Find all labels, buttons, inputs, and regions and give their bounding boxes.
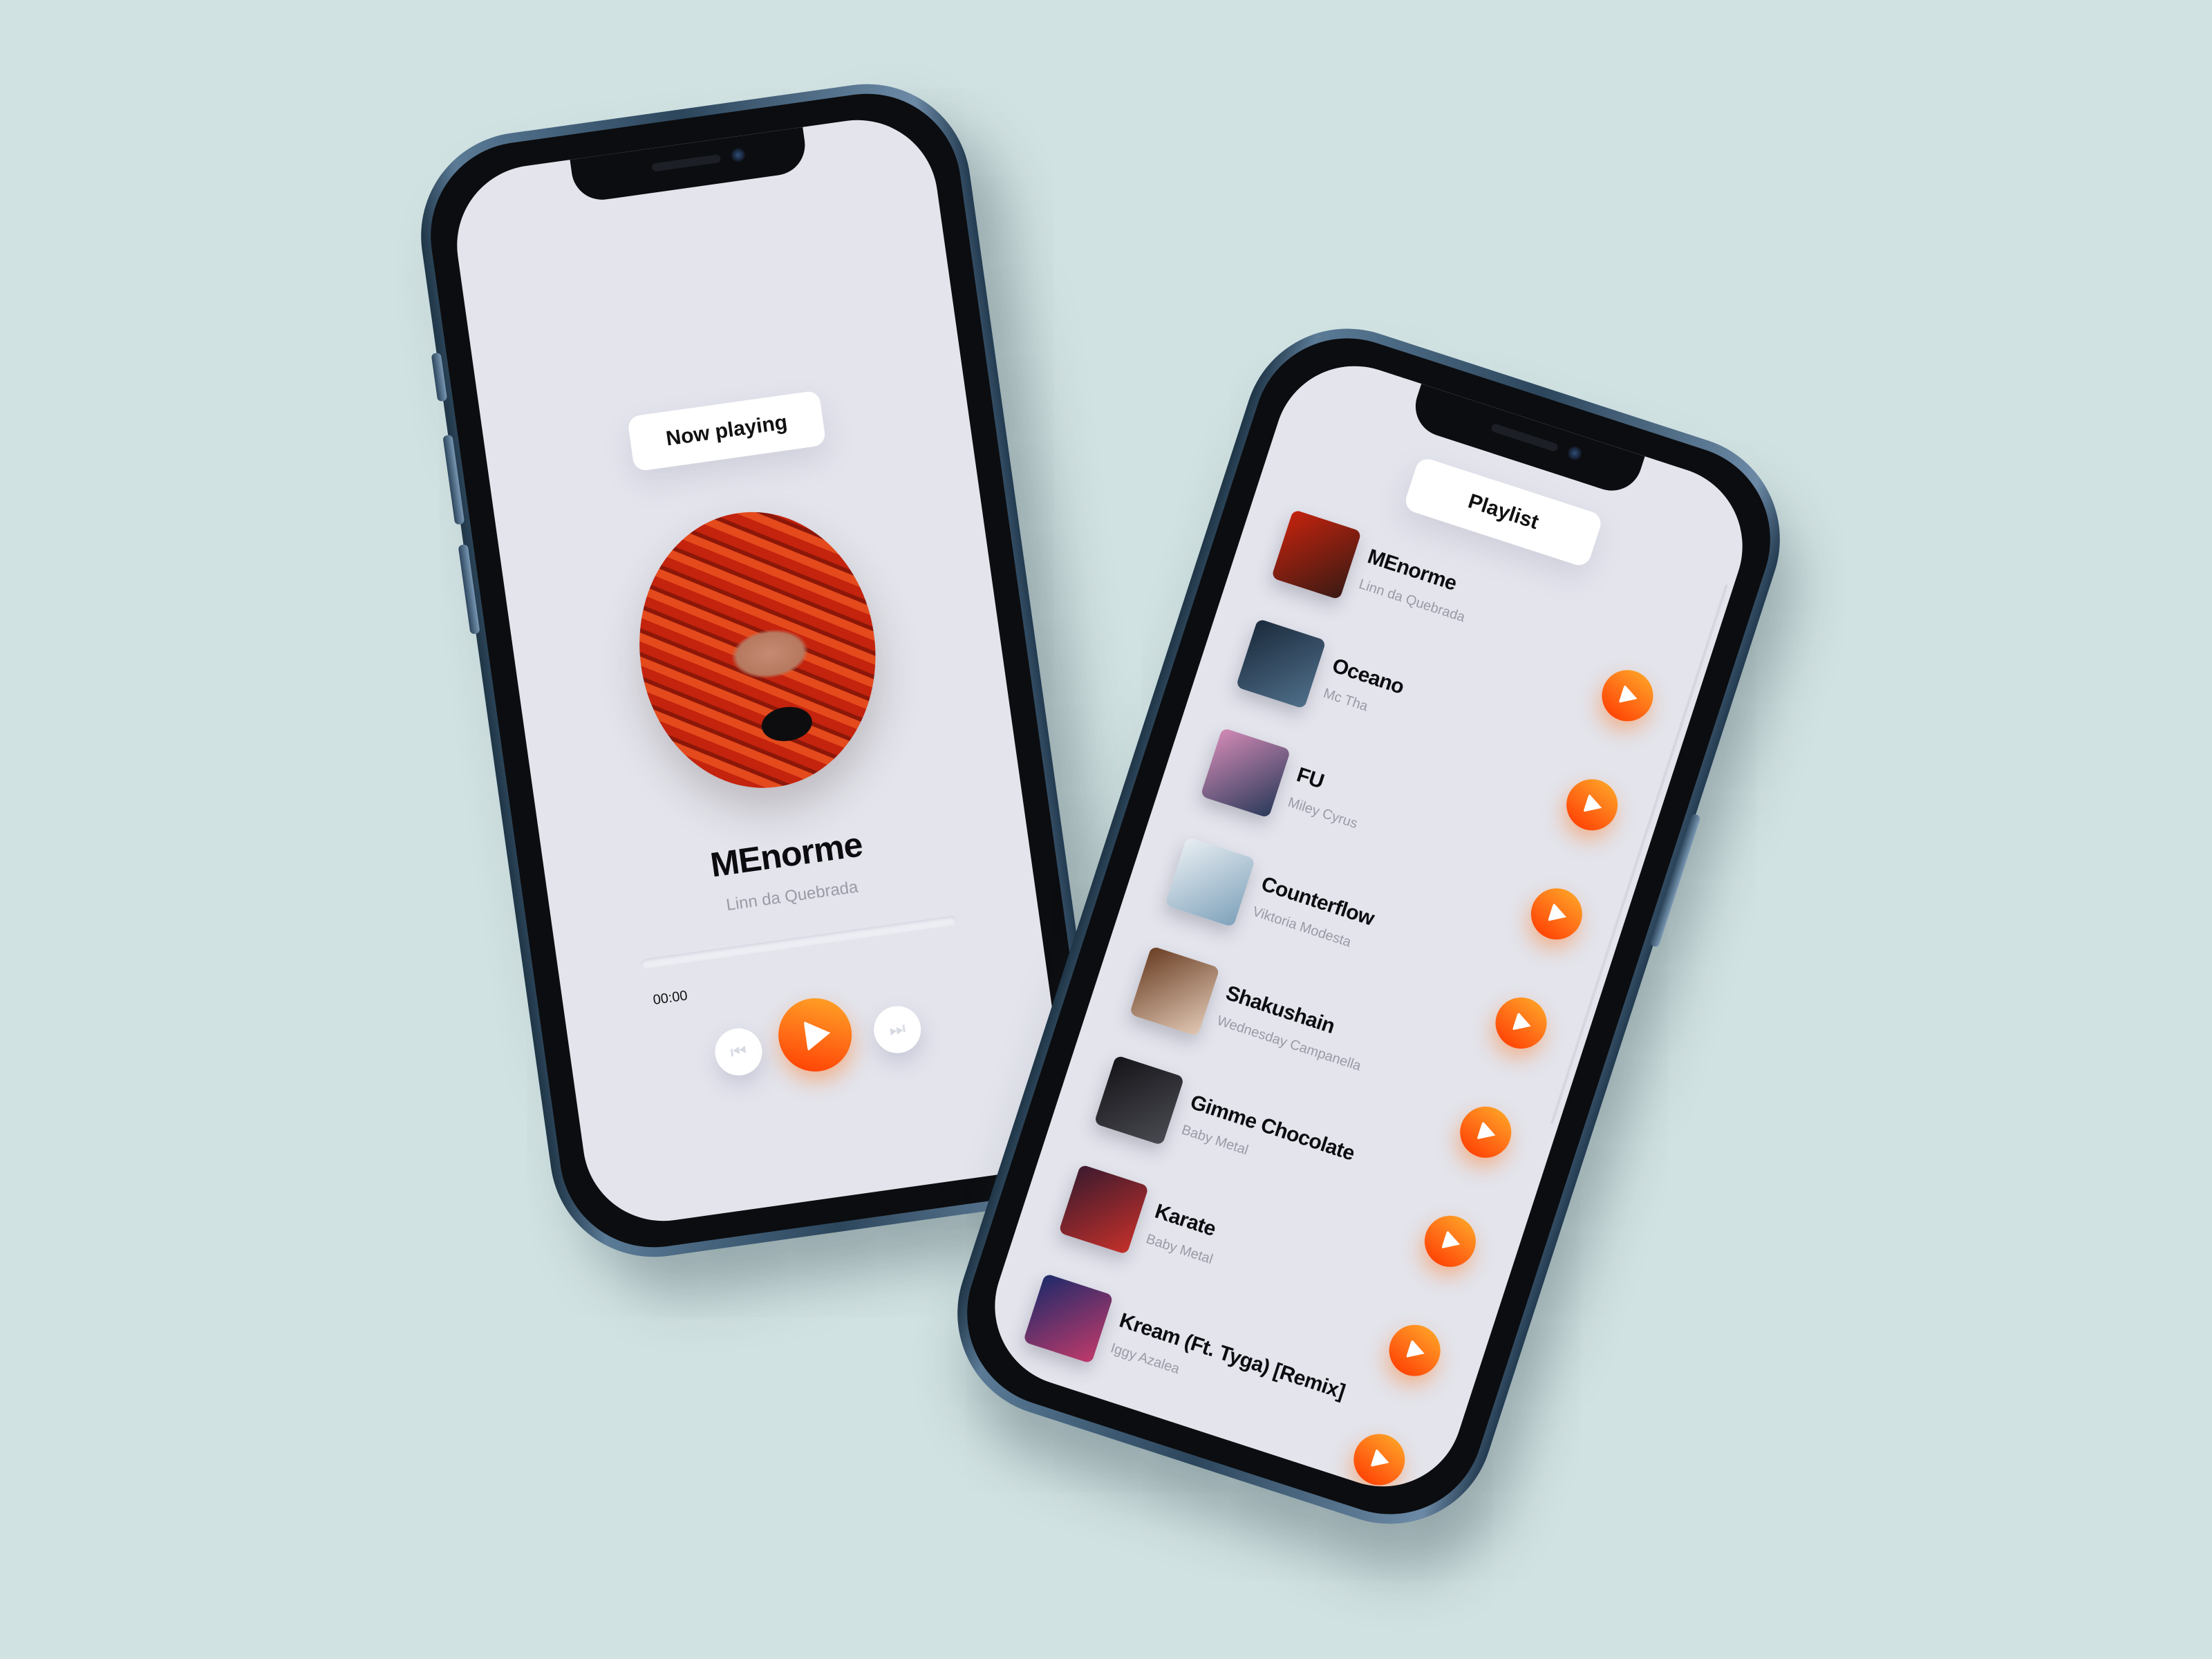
playlist: MEnorme Linn da Quebrada Oceano Mc Tha F… — [1010, 509, 1688, 1508]
play-track-button[interactable] — [1347, 1427, 1412, 1492]
track-title: FU — [1293, 763, 1327, 794]
play-track-button[interactable] — [1488, 991, 1554, 1056]
track-thumbnail — [1271, 509, 1362, 600]
notch — [570, 126, 809, 204]
skip-back-icon: ⏮ — [729, 1040, 749, 1063]
play-icon — [1441, 1230, 1463, 1254]
speaker — [651, 153, 722, 172]
play-icon — [1583, 794, 1605, 818]
play-button[interactable] — [774, 993, 856, 1076]
next-button[interactable]: ⏭ — [870, 1003, 924, 1056]
progress-bar[interactable] — [640, 915, 957, 970]
play-icon — [1618, 684, 1640, 709]
play-track-button[interactable] — [1453, 1100, 1518, 1165]
track-artist: Miley Cyrus — [1286, 794, 1360, 832]
now-playing-phone: Now playing MEnorme Linn da Quebrada 00:… — [407, 71, 1114, 1271]
now-playing-header: Now playing — [627, 390, 827, 472]
camera-icon — [730, 147, 747, 163]
elapsed-time: 00:00 — [652, 988, 689, 1009]
now-playing-screen: Now playing MEnorme Linn da Quebrada 00:… — [447, 109, 1074, 1232]
bezel: Now playing MEnorme Linn da Quebrada 00:… — [418, 82, 1103, 1259]
play-track-button[interactable] — [1418, 1209, 1483, 1274]
play-icon — [1405, 1339, 1428, 1363]
skip-forward-icon: ⏭ — [888, 1017, 907, 1040]
previous-button[interactable]: ⏮ — [712, 1025, 765, 1079]
play-track-button[interactable] — [1559, 772, 1624, 837]
mute-switch — [431, 352, 448, 402]
play-icon — [1512, 1011, 1535, 1035]
track-artist: Mc Tha — [1321, 685, 1370, 715]
speaker — [1490, 422, 1559, 453]
progress-fill — [640, 959, 642, 970]
play-icon — [1370, 1448, 1392, 1472]
play-icon — [1547, 902, 1570, 927]
play-track-button[interactable] — [1524, 881, 1589, 946]
play-track-button[interactable] — [1382, 1318, 1447, 1383]
play-track-button[interactable] — [1595, 663, 1660, 728]
play-icon — [803, 1018, 833, 1051]
album-cover — [621, 496, 894, 804]
playback-controls: ⏮ ⏭ — [567, 966, 1056, 1108]
playlist-screen: Playlist MEnorme Linn da Quebrada Oceano… — [974, 345, 1763, 1508]
play-icon — [1477, 1121, 1499, 1145]
camera-icon — [1566, 444, 1584, 462]
